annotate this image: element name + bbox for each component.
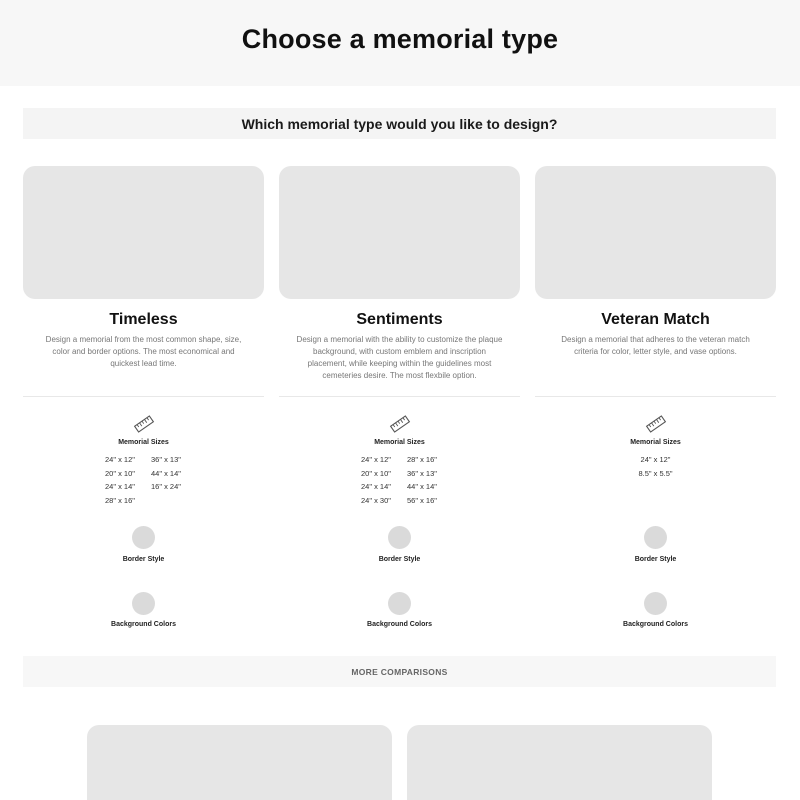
card-divider <box>23 396 264 397</box>
size-value: 44" x 14" <box>151 468 181 478</box>
background-color-swatch[interactable] <box>132 592 155 615</box>
card-divider <box>535 396 776 397</box>
bottom-card-image-placeholder[interactable] <box>407 725 712 800</box>
size-value: 16" x 24" <box>151 482 181 491</box>
card-title: Veteran Match <box>601 311 710 328</box>
background-colors-label: Background Colors <box>111 621 176 628</box>
border-style-swatch[interactable] <box>644 526 667 549</box>
background-color-swatch[interactable] <box>388 592 411 615</box>
memorial-sizes-label: Memorial Sizes <box>374 439 425 446</box>
size-value: 24" x 12" <box>105 455 135 464</box>
ruler-icon <box>645 415 667 433</box>
size-value: 24" x 14" <box>361 482 391 491</box>
border-style-swatch[interactable] <box>388 526 411 549</box>
question-text: Which memorial type would you like to de… <box>241 116 558 132</box>
size-value: 20" x 10" <box>361 468 391 478</box>
background-colors-label: Background Colors <box>623 621 688 628</box>
question-bar: Which memorial type would you like to de… <box>23 108 776 139</box>
card-image-placeholder[interactable] <box>279 166 520 299</box>
more-comparisons-button[interactable]: MORE COMPARISONS <box>23 656 776 687</box>
size-value: 24" x 30" <box>361 495 391 505</box>
page-header: Choose a memorial type <box>0 0 800 86</box>
size-value: 44" x 14" <box>407 482 437 491</box>
size-value: 24" x 12" <box>640 455 671 464</box>
card-image-placeholder[interactable] <box>23 166 264 299</box>
memorial-sizes-label: Memorial Sizes <box>630 439 681 446</box>
size-value: 24" x 12" <box>361 455 391 464</box>
size-value: 36" x 13" <box>151 455 181 464</box>
card-image-placeholder[interactable] <box>535 166 776 299</box>
size-value: 8.5" x 5.5" <box>638 468 673 478</box>
border-style-swatch[interactable] <box>132 526 155 549</box>
card-description: Design a memorial that adheres to the ve… <box>561 335 750 356</box>
more-comparisons-label: MORE COMPARISONS <box>351 667 448 677</box>
card-title: Timeless <box>109 311 178 328</box>
card-description: Design a memorial from the most common s… <box>45 335 242 368</box>
card-title: Sentiments <box>356 311 443 328</box>
background-colors-label: Background Colors <box>367 621 432 628</box>
size-value: 36" x 13" <box>407 468 437 478</box>
border-style-label: Border Style <box>634 556 677 563</box>
border-style-label: Border Style <box>378 556 421 563</box>
bottom-card-image-placeholder[interactable] <box>87 725 392 800</box>
card-description: Design a memorial with the ability to cu… <box>296 335 503 380</box>
background-color-swatch[interactable] <box>644 592 667 615</box>
size-value: 28" x 16" <box>407 455 437 464</box>
border-style-label: Border Style <box>122 556 165 563</box>
size-value: 24" x 14" <box>105 482 135 491</box>
ruler-icon <box>133 415 155 433</box>
card-divider <box>279 396 520 397</box>
ruler-icon <box>389 415 411 433</box>
size-value: 20" x 10" <box>105 468 135 478</box>
size-value: 56" x 16" <box>407 495 437 505</box>
size-value: 28" x 16" <box>105 495 135 505</box>
memorial-sizes-label: Memorial Sizes <box>118 439 169 446</box>
page-title: Choose a memorial type <box>241 24 559 54</box>
